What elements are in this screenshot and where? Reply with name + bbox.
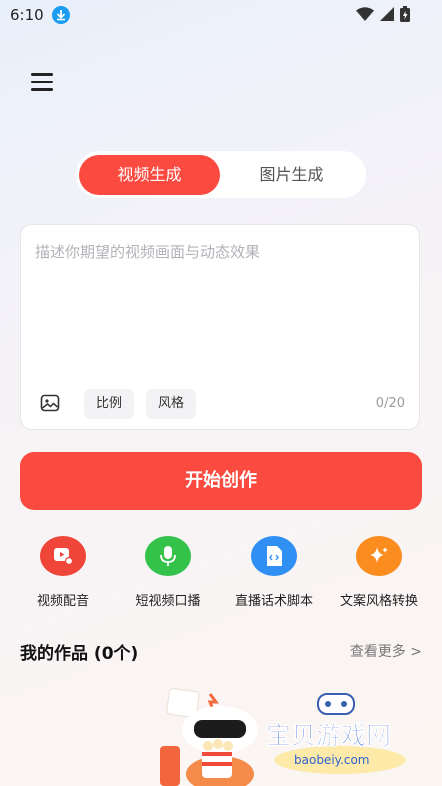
tool-video-dubbing[interactable]: 视频配音 — [13, 536, 113, 609]
tool-label: 文案风格转换 — [339, 594, 418, 609]
battery-icon — [400, 6, 410, 22]
style-button[interactable]: 风格 — [146, 389, 197, 419]
ratio-button[interactable]: 比例 — [84, 389, 135, 419]
generation-tabs: 视频生成 图片生成 — [76, 151, 366, 198]
robot-mascot-illustration — [160, 688, 258, 786]
status-time: 6:10 — [10, 6, 44, 24]
tool-label: 短视频口播 — [135, 594, 201, 609]
tool-label: 直播话术脚本 — [234, 594, 313, 609]
signal-icon — [380, 7, 394, 21]
sparkle-icon — [356, 536, 402, 576]
wifi-icon — [356, 7, 374, 21]
my-works-title: 我的作品 (0个) — [20, 644, 139, 664]
start-creation-button[interactable]: 开始创作 — [20, 452, 422, 510]
watermark-logo: 宝贝游戏网 baobeiy.com — [262, 690, 422, 780]
see-more-link[interactable]: 查看更多 > — [350, 641, 422, 661]
char-counter: 0/20 — [375, 396, 405, 411]
menu-icon[interactable] — [31, 73, 53, 93]
status-bar: 6:10 — [0, 0, 442, 32]
tool-short-video-voiceover[interactable]: 短视频口播 — [118, 536, 218, 609]
watermark-domain: baobeiy.com — [294, 753, 369, 767]
prompt-card[interactable]: 描述你期望的视频画面与动态效果 比例 风格 0/20 — [20, 224, 420, 430]
tool-copy-style-convert[interactable]: 文案风格转换 — [329, 536, 429, 609]
image-upload-icon[interactable] — [40, 393, 60, 413]
watermark-brand: 宝贝游戏网 — [266, 721, 391, 750]
tab-video-generation[interactable]: 视频生成 — [79, 155, 220, 195]
script-file-icon — [251, 536, 297, 576]
tool-live-script[interactable]: 直播话术脚本 — [224, 536, 324, 609]
tool-label: 视频配音 — [36, 594, 89, 609]
microphone-icon — [145, 536, 191, 576]
prompt-input[interactable]: 描述你期望的视频画面与动态效果 — [35, 241, 260, 262]
status-icons — [356, 6, 410, 22]
tab-image-generation[interactable]: 图片生成 — [220, 155, 363, 195]
video-dubbing-icon — [40, 536, 86, 576]
download-icon — [52, 6, 70, 24]
